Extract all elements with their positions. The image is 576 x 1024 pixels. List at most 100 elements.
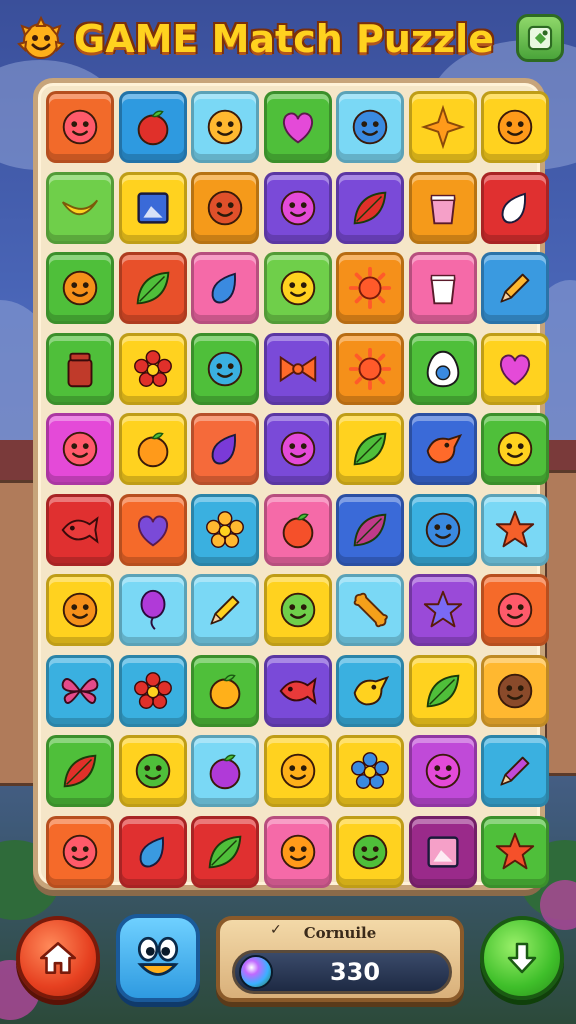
tile-frame[interactable] xyxy=(408,815,477,888)
tile-face[interactable] xyxy=(481,413,549,485)
tile-jar[interactable] xyxy=(46,332,114,405)
tile-face[interactable] xyxy=(46,413,114,485)
face-icon xyxy=(425,512,460,547)
tile-star[interactable] xyxy=(481,493,549,566)
face-icon xyxy=(62,834,98,869)
leaf-icon xyxy=(353,513,387,546)
tile-frame[interactable] xyxy=(118,171,187,244)
flower-icon xyxy=(206,510,244,548)
heart-icon xyxy=(500,354,530,385)
tile-bird[interactable] xyxy=(408,413,477,485)
tile-drop[interactable] xyxy=(191,252,259,324)
fruit-icon xyxy=(209,673,241,709)
tile-butterfly[interactable] xyxy=(46,654,114,727)
tile-face[interactable] xyxy=(46,91,114,163)
tile-fruit[interactable] xyxy=(263,493,332,566)
tile-flower[interactable] xyxy=(118,332,187,405)
map-menu-icon xyxy=(527,25,553,51)
flower-icon xyxy=(351,752,389,789)
tile-pencil[interactable] xyxy=(481,735,549,807)
tile-fish[interactable] xyxy=(263,654,332,727)
home-button[interactable] xyxy=(16,916,100,1000)
pencil-icon xyxy=(500,273,530,303)
tile-face[interactable] xyxy=(191,332,259,405)
tile-face[interactable] xyxy=(481,654,549,727)
tile-face[interactable] xyxy=(191,171,259,244)
leaf-icon xyxy=(136,271,169,305)
tile-drop[interactable] xyxy=(191,413,259,485)
tile-face[interactable] xyxy=(263,171,332,244)
tile-flower[interactable] xyxy=(118,654,187,727)
face-icon xyxy=(280,431,315,467)
tile-leaf[interactable] xyxy=(46,735,114,807)
banana-icon xyxy=(61,199,99,215)
tile-face[interactable] xyxy=(263,735,332,807)
drop-icon xyxy=(501,192,526,223)
tile-face[interactable] xyxy=(263,574,332,646)
tile-egg[interactable] xyxy=(408,332,477,405)
tile-pencil[interactable] xyxy=(481,252,549,324)
face-icon xyxy=(207,109,243,145)
tile-face[interactable] xyxy=(408,735,477,807)
tile-face[interactable] xyxy=(118,735,187,807)
tile-fruit[interactable] xyxy=(118,413,187,485)
egg-icon xyxy=(426,350,459,387)
tile-face[interactable] xyxy=(263,413,332,485)
bow-icon xyxy=(279,355,316,382)
tile-leaf[interactable] xyxy=(118,252,187,324)
tile-banana[interactable] xyxy=(46,171,114,244)
tile-face[interactable] xyxy=(408,493,477,566)
tile-star4[interactable] xyxy=(408,91,477,163)
tile-fish[interactable] xyxy=(46,493,114,566)
mascot-button[interactable] xyxy=(116,914,200,1002)
bird-icon xyxy=(426,433,462,464)
tile-fruit[interactable] xyxy=(191,735,259,807)
face-icon xyxy=(62,592,98,628)
score-label: Cornuile xyxy=(303,924,377,942)
tile-sun[interactable] xyxy=(336,252,404,324)
tile-heart[interactable] xyxy=(118,493,187,566)
bird-icon xyxy=(353,675,390,705)
tile-flower[interactable] xyxy=(336,735,404,807)
tile-face[interactable] xyxy=(263,815,332,888)
header: GAME Match Puzzle xyxy=(0,0,576,80)
tile-face[interactable] xyxy=(336,815,404,888)
tile-cup[interactable] xyxy=(408,252,477,324)
down-arrow-button[interactable] xyxy=(480,916,564,1000)
tile-bow[interactable] xyxy=(263,332,332,405)
tile-face[interactable] xyxy=(481,91,549,163)
tile-flower[interactable] xyxy=(191,493,259,566)
tile-leaf[interactable] xyxy=(191,815,259,888)
flower-icon xyxy=(133,671,172,709)
tile-face[interactable] xyxy=(46,252,114,324)
tile-leaf[interactable] xyxy=(336,413,404,485)
tile-star[interactable] xyxy=(408,574,477,646)
tile-cup[interactable] xyxy=(408,171,477,244)
tile-face[interactable] xyxy=(336,91,404,163)
tile-pencil[interactable] xyxy=(191,574,259,646)
tile-face[interactable] xyxy=(46,815,114,888)
tile-face[interactable] xyxy=(263,252,332,324)
tile-leaf[interactable] xyxy=(336,493,404,566)
tile-bird[interactable] xyxy=(336,654,404,727)
tile-face[interactable] xyxy=(191,91,259,163)
down-arrow-icon xyxy=(507,942,537,974)
menu-button[interactable] xyxy=(516,14,564,62)
tile-fruit[interactable] xyxy=(118,91,187,163)
tile-drop[interactable] xyxy=(118,815,187,888)
tile-fruit[interactable] xyxy=(191,654,259,727)
tile-leaf[interactable] xyxy=(336,171,404,244)
tile-heart[interactable] xyxy=(481,332,549,405)
tile-face[interactable] xyxy=(481,574,549,646)
tile-heart[interactable] xyxy=(263,91,332,163)
tile-star[interactable] xyxy=(481,815,549,888)
tile-sun[interactable] xyxy=(336,332,404,405)
tile-balloon[interactable] xyxy=(118,574,187,646)
tile-face[interactable] xyxy=(46,574,114,646)
drop-icon xyxy=(211,433,236,465)
tile-leaf[interactable] xyxy=(408,654,477,727)
tile-bone[interactable] xyxy=(336,574,404,646)
score-panel: ✓ Cornuile 330 xyxy=(216,916,464,1002)
drop-icon xyxy=(211,272,236,304)
tile-drop[interactable] xyxy=(481,171,549,244)
